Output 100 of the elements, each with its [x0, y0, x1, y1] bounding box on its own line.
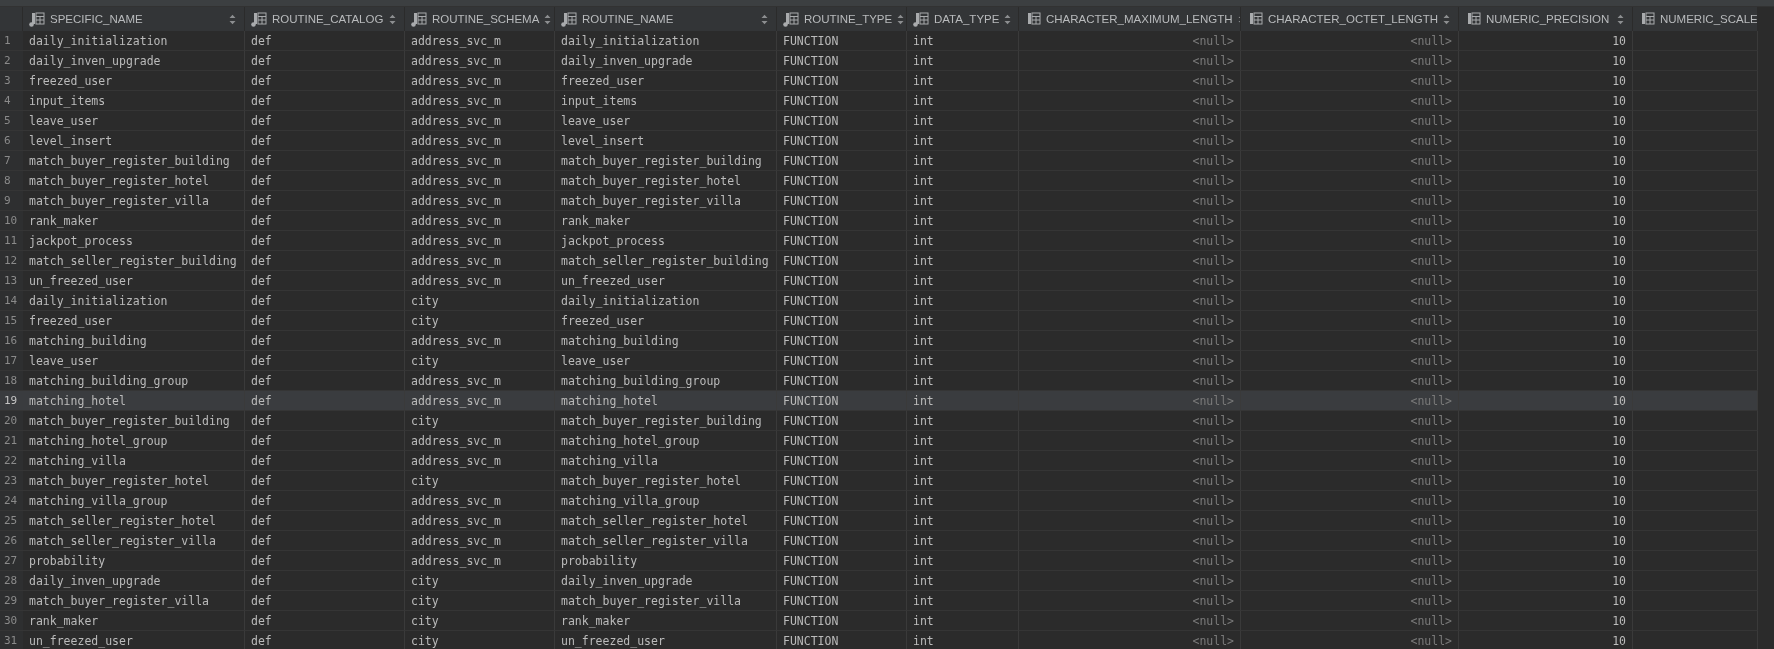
table-cell: address_svc_m — [405, 211, 555, 231]
table-cell: freezed_user — [23, 71, 245, 91]
column-header[interactable]: DATA_TYPE — [907, 7, 1019, 31]
table-cell: <null> — [1241, 391, 1459, 411]
table-cell: address_svc_m — [405, 431, 555, 451]
table-cell: city — [405, 591, 555, 611]
row-number: 22 — [0, 451, 23, 471]
table-cell: int — [907, 31, 1019, 51]
table-cell: address_svc_m — [405, 111, 555, 131]
table-cell: 10 — [1459, 611, 1633, 631]
table-cell: leave_user — [23, 351, 245, 371]
table-cell: <null> — [1019, 491, 1241, 511]
table-cell: def — [245, 111, 405, 131]
table-cell: <null> — [1019, 511, 1241, 531]
table-cell: def — [245, 351, 405, 371]
table-cell: match_buyer_register_hotel — [555, 171, 777, 191]
column-header[interactable]: NUMERIC_PRECISION — [1459, 7, 1633, 31]
table-cell: 10 — [1459, 471, 1633, 491]
table-cell: city — [405, 611, 555, 631]
column-header[interactable]: ROUTINE_SCHEMA — [405, 7, 555, 31]
row-number: 26 — [0, 531, 23, 551]
table-cell: <null> — [1241, 71, 1459, 91]
table-cell: def — [245, 271, 405, 291]
table-cell: <null> — [1019, 291, 1241, 311]
table-cell: <null> — [1241, 511, 1459, 531]
table-cell: def — [245, 511, 405, 531]
table-cell: FUNCTION — [777, 131, 907, 151]
table-cell: match_seller_register_villa — [23, 531, 245, 551]
table-cell: daily_inven_upgrade — [555, 571, 777, 591]
table-cell: match_seller_register_building — [23, 251, 245, 271]
table-cell: un_freezed_user — [555, 271, 777, 291]
table-cell: rank_maker — [555, 211, 777, 231]
table-cell: address_svc_m — [405, 171, 555, 191]
column-header[interactable]: ROUTINE_NAME — [555, 7, 777, 31]
table-cell: matching_hotel — [23, 391, 245, 411]
table-cell: FUNCTION — [777, 331, 907, 351]
table-cell: int — [907, 531, 1019, 551]
table-cell: FUNCTION — [777, 371, 907, 391]
table-cell: int — [907, 191, 1019, 211]
table-cell: FUNCTION — [777, 111, 907, 131]
table-cell: rank_maker — [555, 611, 777, 631]
row-number: 21 — [0, 431, 23, 451]
column-header[interactable]: CHARACTER_OCTET_LENGTH — [1241, 7, 1459, 31]
table-cell: <null> — [1019, 111, 1241, 131]
table-cell: address_svc_m — [405, 191, 555, 211]
table-cell: match_buyer_register_building — [555, 151, 777, 171]
table-cell: <null> — [1241, 331, 1459, 351]
table-cell: <null> — [1019, 271, 1241, 291]
table-cell: int — [907, 591, 1019, 611]
table-cell: leave_user — [555, 111, 777, 131]
table-cell: <null> — [1241, 51, 1459, 71]
column-header[interactable]: CHARACTER_MAXIMUM_LENGTH — [1019, 7, 1241, 31]
table-cell: address_svc_m — [405, 151, 555, 171]
table-cell: int — [907, 231, 1019, 251]
table-cell: FUNCTION — [777, 611, 907, 631]
table-cell: def — [245, 471, 405, 491]
row-number: 4 — [0, 91, 23, 111]
column-header[interactable]: SPECIFIC_NAME — [23, 7, 245, 31]
table-cell: 10 — [1459, 31, 1633, 51]
row-number: 24 — [0, 491, 23, 511]
table-cell: int — [907, 131, 1019, 151]
table-cell: <null> — [1019, 171, 1241, 191]
table-cell: match_seller_register_hotel — [555, 511, 777, 531]
table-cell: 10 — [1459, 511, 1633, 531]
table-cell: <null> — [1241, 451, 1459, 471]
table-cell: 10 — [1459, 591, 1633, 611]
column-header[interactable]: ROUTINE_TYPE — [777, 7, 907, 31]
table-cell: match_seller_register_villa — [555, 531, 777, 551]
table-cell: 10 — [1459, 491, 1633, 511]
table-cell: FUNCTION — [777, 571, 907, 591]
table-cell: def — [245, 451, 405, 471]
table-cell: 10 — [1459, 51, 1633, 71]
table-cell: matching_hotel_group — [23, 431, 245, 451]
row-number: 1 — [0, 31, 23, 51]
table-cell: address_svc_m — [405, 51, 555, 71]
table-cell: address_svc_m — [405, 331, 555, 351]
table-cell: def — [245, 431, 405, 451]
table-cell: FUNCTION — [777, 31, 907, 51]
table-cell: FUNCTION — [777, 191, 907, 211]
table-cell: daily_inven_upgrade — [23, 51, 245, 71]
table-cell: int — [907, 171, 1019, 191]
column-header[interactable]: NUMERIC_SCALE — [1633, 7, 1758, 31]
table-cell: <null> — [1241, 611, 1459, 631]
table-cell: <null> — [1241, 491, 1459, 511]
table-cell: <null> — [1019, 191, 1241, 211]
table-cell: FUNCTION — [777, 591, 907, 611]
table-cell: def — [245, 191, 405, 211]
table-cell: <null> — [1241, 231, 1459, 251]
table-cell: match_seller_register_hotel — [23, 511, 245, 531]
table-cell: <null> — [1241, 191, 1459, 211]
table-cell: daily_inven_upgrade — [23, 571, 245, 591]
table-cell: 10 — [1459, 251, 1633, 271]
table-cell: leave_user — [555, 351, 777, 371]
table-cell: def — [245, 591, 405, 611]
table-cell: match_buyer_register_villa — [23, 591, 245, 611]
row-number: 28 — [0, 571, 23, 591]
column-header[interactable]: ROUTINE_CATALOG — [245, 7, 405, 31]
table-cell: address_svc_m — [405, 31, 555, 51]
table-cell: def — [245, 251, 405, 271]
table-cell: int — [907, 431, 1019, 451]
